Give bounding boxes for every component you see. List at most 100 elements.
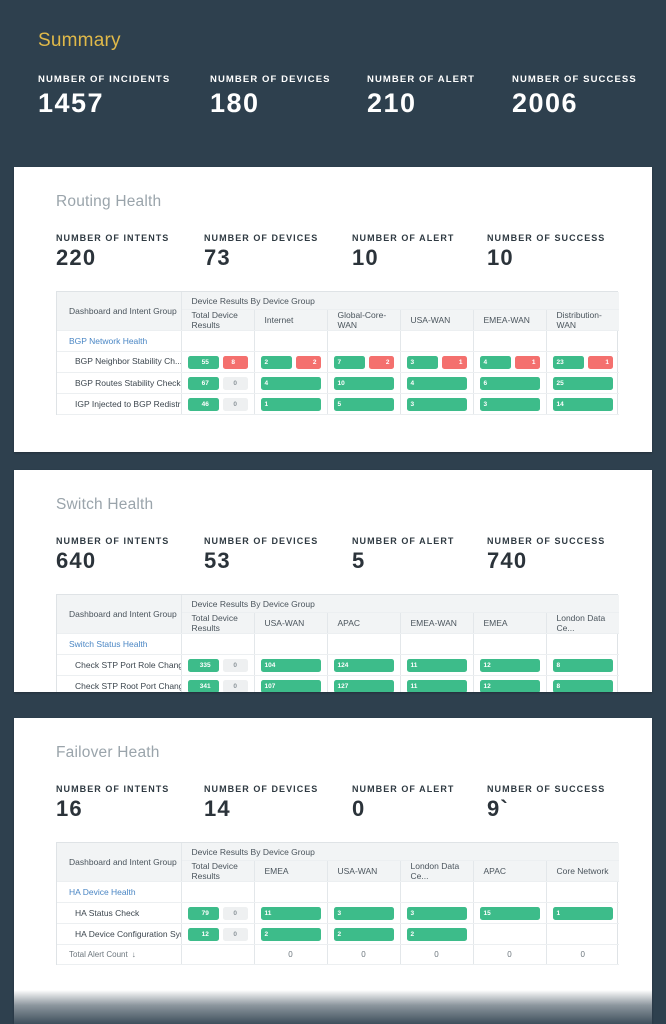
intent-group-link[interactable]: HA Device Health — [57, 881, 182, 903]
result-cell[interactable]: 3 — [327, 902, 401, 924]
column-header-2[interactable]: Global-Core-WAN — [327, 309, 401, 331]
intent-name-cell[interactable]: BGP Neighbor Stability Ch... — [57, 351, 182, 373]
success-bar[interactable]: 3 — [406, 355, 438, 369]
column-header-5[interactable]: London Data Ce... — [546, 612, 620, 634]
alert-bar[interactable]: 2 — [295, 355, 321, 369]
success-bar[interactable]: 2 — [333, 927, 394, 941]
alert-bar[interactable]: 1 — [588, 355, 614, 369]
result-cell[interactable]: 2 — [327, 923, 401, 945]
total-alert-count-label[interactable]: Total Alert Count ↓ — [57, 944, 182, 965]
column-header-intent-group[interactable]: Dashboard and Intent Group — [57, 843, 182, 882]
success-bar[interactable]: 11 — [260, 906, 321, 920]
column-header-2[interactable]: APAC — [327, 612, 401, 634]
result-cell[interactable]: 11 — [254, 902, 328, 924]
success-bar[interactable]: 23 — [552, 355, 585, 369]
success-bar[interactable]: 7 — [333, 355, 365, 369]
column-header-0[interactable]: Total Device Results — [181, 612, 255, 634]
success-bar[interactable]: 12 — [479, 658, 540, 672]
success-bar[interactable]: 46 — [187, 397, 219, 411]
result-cell[interactable]: 10 — [327, 372, 401, 394]
column-header-intent-group[interactable]: Dashboard and Intent Group — [57, 292, 182, 331]
success-bar[interactable]: 341 — [187, 679, 219, 692]
success-bar[interactable]: 12 — [187, 927, 219, 941]
result-cell[interactable]: 31 — [400, 351, 474, 373]
alert-bar[interactable]: 1 — [441, 355, 467, 369]
success-bar[interactable]: 4 — [479, 355, 511, 369]
result-cell[interactable] — [546, 923, 620, 945]
intent-group-row[interactable]: BGP Network Health — [57, 330, 620, 352]
result-cell[interactable]: 1 — [254, 393, 328, 415]
intent-name-cell[interactable]: Check STP Root Port Change — [57, 675, 182, 692]
result-cell[interactable]: 15 — [473, 902, 547, 924]
result-cell[interactable]: 8 — [546, 654, 620, 676]
result-cell[interactable]: 341 0 — [181, 675, 255, 692]
alert-bar[interactable]: 8 — [222, 355, 248, 369]
result-cell[interactable] — [473, 923, 547, 945]
success-bar[interactable]: 15 — [479, 906, 540, 920]
success-bar[interactable]: 4 — [406, 376, 467, 390]
result-cell[interactable]: 2 — [400, 923, 474, 945]
column-header-1[interactable]: EMEA — [254, 860, 328, 882]
column-header-4[interactable]: APAC — [473, 860, 547, 882]
column-header-0[interactable]: Total Device Results — [181, 309, 255, 331]
result-cell[interactable]: 6 — [473, 372, 547, 394]
success-bar[interactable]: 104 — [260, 658, 321, 672]
column-header-3[interactable]: London Data Ce... — [400, 860, 474, 882]
column-header-1[interactable]: USA-WAN — [254, 612, 328, 634]
result-cell[interactable]: 335 0 — [181, 654, 255, 676]
success-bar[interactable]: 11 — [406, 679, 467, 692]
column-header-4[interactable]: EMEA — [473, 612, 547, 634]
table-row[interactable]: Check STP Root Port Change 341 0 107 127 11 12… — [57, 675, 620, 692]
success-bar[interactable]: 8 — [552, 679, 614, 692]
result-cell[interactable]: 23 1 — [546, 351, 620, 373]
result-cell[interactable]: 8 — [546, 675, 620, 692]
zero-alert-bar[interactable]: 0 — [222, 927, 248, 941]
success-bar[interactable]: 3 — [333, 906, 394, 920]
success-bar[interactable]: 79 — [187, 906, 219, 920]
result-cell[interactable]: 1 — [546, 902, 620, 924]
success-bar[interactable]: 12 — [479, 679, 540, 692]
result-cell[interactable]: 3 — [400, 393, 474, 415]
success-bar[interactable]: 335 — [187, 658, 219, 672]
success-bar[interactable]: 2 — [260, 927, 321, 941]
success-bar[interactable]: 8 — [552, 658, 614, 672]
column-header-5[interactable]: Core Network — [546, 860, 620, 882]
zero-alert-bar[interactable]: 0 — [222, 679, 248, 692]
success-bar[interactable]: 124 — [333, 658, 394, 672]
table-row[interactable]: Check STP Port Role Change 335 0 104 124 11 12… — [57, 654, 620, 676]
result-cell[interactable]: 25 — [546, 372, 620, 394]
intent-group-row[interactable]: HA Device Health — [57, 881, 620, 903]
result-cell[interactable]: 46 0 — [181, 393, 255, 415]
success-bar[interactable]: 6 — [479, 376, 540, 390]
alert-bar[interactable]: 1 — [514, 355, 540, 369]
intent-name-cell[interactable]: HA Device Configuration Sync... — [57, 923, 182, 945]
result-cell[interactable]: 11 — [400, 675, 474, 692]
result-cell[interactable]: 124 — [327, 654, 401, 676]
zero-alert-bar[interactable]: 0 — [222, 658, 248, 672]
success-bar[interactable]: 107 — [260, 679, 321, 692]
result-cell[interactable]: 5 — [327, 393, 401, 415]
intent-name-cell[interactable]: HA Status Check — [57, 902, 182, 924]
success-bar[interactable]: 10 — [333, 376, 394, 390]
result-cell[interactable]: 12 — [473, 675, 547, 692]
result-cell[interactable]: 4 — [254, 372, 328, 394]
arrow-down-icon[interactable]: ↓ — [132, 950, 136, 959]
column-header-2[interactable]: USA-WAN — [327, 860, 401, 882]
result-cell[interactable]: 11 — [400, 654, 474, 676]
success-bar[interactable]: 1 — [552, 906, 614, 920]
column-header-0[interactable]: Total Device Results — [181, 860, 255, 882]
table-row[interactable]: IGP Injected to BGP Redistrib...46015331… — [57, 393, 620, 415]
alert-bar[interactable]: 2 — [368, 355, 394, 369]
result-cell[interactable]: 67 0 — [181, 372, 255, 394]
intent-name-cell[interactable]: Check STP Port Role Change — [57, 654, 182, 676]
success-bar[interactable]: 5 — [333, 397, 394, 411]
success-bar[interactable]: 14 — [552, 397, 614, 411]
success-bar[interactable]: 25 — [552, 376, 614, 390]
result-cell[interactable]: 2 — [254, 923, 328, 945]
table-row[interactable]: HA Device Configuration Sync...120222 — [57, 923, 620, 945]
success-bar[interactable]: 67 — [187, 376, 219, 390]
result-cell[interactable]: 41 — [473, 351, 547, 373]
intent-name-cell[interactable]: BGP Routes Stability Check — [57, 372, 182, 394]
result-cell[interactable]: 3 — [473, 393, 547, 415]
success-bar[interactable]: 55 — [187, 355, 219, 369]
